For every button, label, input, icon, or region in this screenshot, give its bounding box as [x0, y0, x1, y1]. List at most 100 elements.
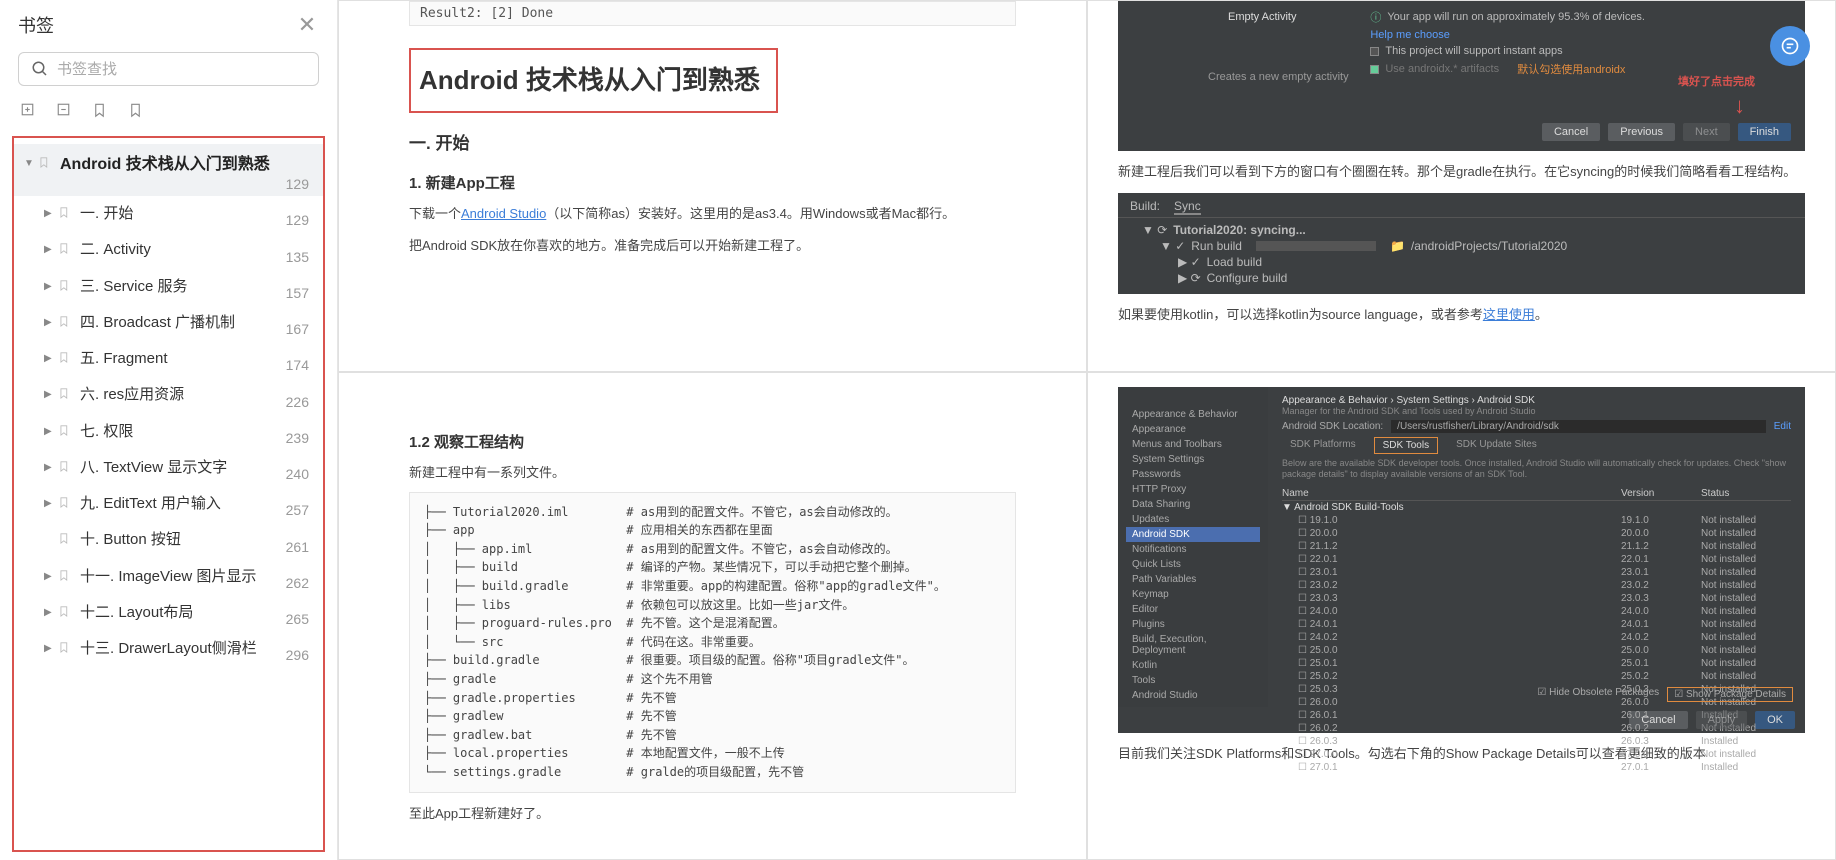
bookmark-icon: [58, 206, 72, 220]
tree-item[interactable]: ▶五. Fragment174: [14, 341, 323, 377]
code-result: Result2: [2] Done: [409, 1, 1016, 26]
tab-sdk-platforms: SDK Platforms: [1282, 437, 1364, 454]
page-number: 167: [286, 321, 309, 337]
tree-item[interactable]: ▶九. EditText 用户输入257: [14, 486, 323, 522]
page-number: 261: [286, 539, 309, 555]
project-tree-code: ├── Tutorial2020.iml # as用到的配置文件。不管它，as会…: [409, 492, 1016, 793]
chevron-right-icon: ▶: [44, 607, 54, 618]
bookmark-icon: [58, 242, 72, 256]
article-title-box: Android 技术栈从入门到熟悉: [409, 48, 778, 113]
bookmark-outline-icon[interactable]: [128, 102, 146, 120]
tree-item-label: 十一. ImageView 图片显示: [80, 567, 313, 587]
tab-sdk-update-sites: SDK Update Sites: [1448, 437, 1545, 454]
bookmark-icon: [58, 460, 72, 474]
bookmark-icon: [38, 156, 52, 170]
page-number: 262: [286, 575, 309, 591]
page-preview-3[interactable]: 1.2 观察工程结构 新建工程中有一系列文件。 ├── Tutorial2020…: [338, 372, 1087, 860]
tree-item[interactable]: ▶六. res应用资源226: [14, 377, 323, 413]
page-preview-1[interactable]: Result2: [2] Done Android 技术栈从入门到熟悉 一. 开…: [338, 0, 1087, 372]
kotlin-link[interactable]: 这里使用: [1483, 307, 1535, 322]
page-number: 129: [286, 212, 309, 228]
search-input[interactable]: [57, 61, 306, 78]
cancel-button: Cancel: [1542, 123, 1600, 141]
page-number: 296: [286, 647, 309, 663]
tree-item[interactable]: ▶ 十三. DrawerLayout侧滑栏296: [14, 631, 323, 667]
page-number: 174: [286, 357, 309, 373]
chevron-right-icon: ▶: [44, 462, 54, 473]
tree-item[interactable]: ▶ 十二. Layout布局265: [14, 595, 323, 631]
page-number: 257: [286, 502, 309, 518]
sidebar-toolbar: [0, 96, 337, 132]
paragraph: 新建工程后我们可以看到下方的窗口有个圈圈在转。那个是gradle在执行。在它sy…: [1118, 161, 1805, 183]
bookmark-icon: [58, 387, 72, 401]
bookmark-icon: [58, 641, 72, 655]
page-number: 240: [286, 466, 309, 482]
tree-item-label: 八. TextView 显示文字: [80, 458, 313, 478]
page-preview-2[interactable]: Empty Activity ⓘYour app will run on app…: [1087, 0, 1836, 372]
tree-item[interactable]: ▶七. 权限239: [14, 414, 323, 450]
tree-item-label: 四. Broadcast 广播机制: [80, 313, 313, 333]
bookmark-search[interactable]: [18, 52, 319, 86]
tree-item[interactable]: 十. Button 按钮261: [14, 522, 323, 558]
finish-button: Finish: [1738, 123, 1791, 141]
paragraph: 下载一个Android Studio（以下简称as）安装好。这里用的是as3.4…: [409, 203, 1016, 225]
heading-1-2: 1.2 观察工程结构: [409, 431, 1016, 452]
bookmark-icon: [58, 279, 72, 293]
chevron-right-icon: ▶: [44, 498, 54, 509]
tree-item-label: 十二. Layout布局: [80, 603, 313, 623]
tab-sdk-tools: SDK Tools: [1374, 437, 1439, 454]
paragraph: 至此App工程新建好了。: [409, 803, 1016, 825]
previous-button: Previous: [1608, 123, 1675, 141]
heading-1: 一. 开始: [409, 129, 1016, 154]
bookmark-icon: [58, 605, 72, 619]
tree-item[interactable]: ▶ 四. Broadcast 广播机制167: [14, 305, 323, 341]
bookmark-icon: [58, 569, 72, 583]
bookmark-icon: [58, 424, 72, 438]
page-number: 265: [286, 611, 309, 627]
page-number: 239: [286, 430, 309, 446]
sdk-manager-screenshot: Appearance & BehaviorAppearanceMenus and…: [1118, 387, 1805, 707]
tree-item-label: 十三. DrawerLayout侧滑栏: [80, 639, 313, 659]
article-title: Android 技术栈从入门到熟悉: [419, 60, 760, 97]
bookmark-icon: [58, 496, 72, 510]
close-icon[interactable]: ✕: [295, 13, 319, 37]
next-button: Next: [1683, 123, 1730, 141]
add-bookmark-icon[interactable]: [20, 102, 38, 120]
bookmark-icon[interactable]: [92, 102, 110, 120]
tree-item-label: 六. res应用资源: [80, 385, 313, 405]
heading-1-1: 1. 新建App工程: [409, 172, 1016, 193]
page-number: 129: [286, 176, 309, 192]
arrow-down-icon: ↓: [1734, 93, 1745, 119]
tree-item-label: 一. 开始: [80, 204, 313, 224]
bookmark-icon: [58, 351, 72, 365]
assistant-fab[interactable]: [1770, 26, 1810, 66]
bookmark-icon: [58, 315, 72, 329]
sidebar-title: 书签: [18, 12, 54, 38]
page-number: 135: [286, 249, 309, 265]
bookmark-tree: ▼ Android 技术栈从入门到熟悉 129 ▶一. 开始129▶二. Act…: [12, 136, 325, 852]
android-studio-link[interactable]: Android Studio: [461, 206, 546, 221]
tree-item[interactable]: ▶十一. ImageView 图片显示262: [14, 559, 323, 595]
tree-item[interactable]: ▶ 一. 开始129: [14, 196, 323, 232]
tree-item-root[interactable]: ▼ Android 技术栈从入门到熟悉 129: [14, 144, 323, 196]
build-sync-screenshot: Build:Sync ▼ ⟳ Tutorial2020: syncing... …: [1118, 193, 1805, 294]
chevron-right-icon: ▶: [44, 643, 54, 654]
page-preview-4[interactable]: Appearance & BehaviorAppearanceMenus and…: [1087, 372, 1836, 860]
chat-icon: [1780, 36, 1800, 56]
bookmarks-sidebar: 书签 ✕ ▼ Android 技术栈从入门到熟悉 129 ▶一. 开始129▶二…: [0, 0, 338, 860]
new-project-screenshot: Empty Activity ⓘYour app will run on app…: [1118, 1, 1805, 151]
chevron-right-icon: ▶: [44, 281, 54, 292]
paragraph: 把Android SDK放在你喜欢的地方。准备完成后可以开始新建工程了。: [409, 235, 1016, 257]
remove-bookmark-icon[interactable]: [56, 102, 74, 120]
chevron-right-icon: ▶: [44, 353, 54, 364]
chevron-right-icon: ▶: [44, 426, 54, 437]
chevron-right-icon: ▶: [44, 208, 54, 219]
tree-item[interactable]: ▶二. Activity135: [14, 232, 323, 268]
tree-item[interactable]: ▶三. Service 服务157: [14, 269, 323, 305]
tree-item[interactable]: ▶ 八. TextView 显示文字240: [14, 450, 323, 486]
tree-item-label: 十. Button 按钮: [80, 530, 313, 550]
chevron-right-icon: ▶: [44, 317, 54, 328]
chevron-right-icon: ▶: [44, 244, 54, 255]
paragraph: 新建工程中有一系列文件。: [409, 462, 1016, 484]
tree-item-label: 三. Service 服务: [80, 277, 313, 297]
